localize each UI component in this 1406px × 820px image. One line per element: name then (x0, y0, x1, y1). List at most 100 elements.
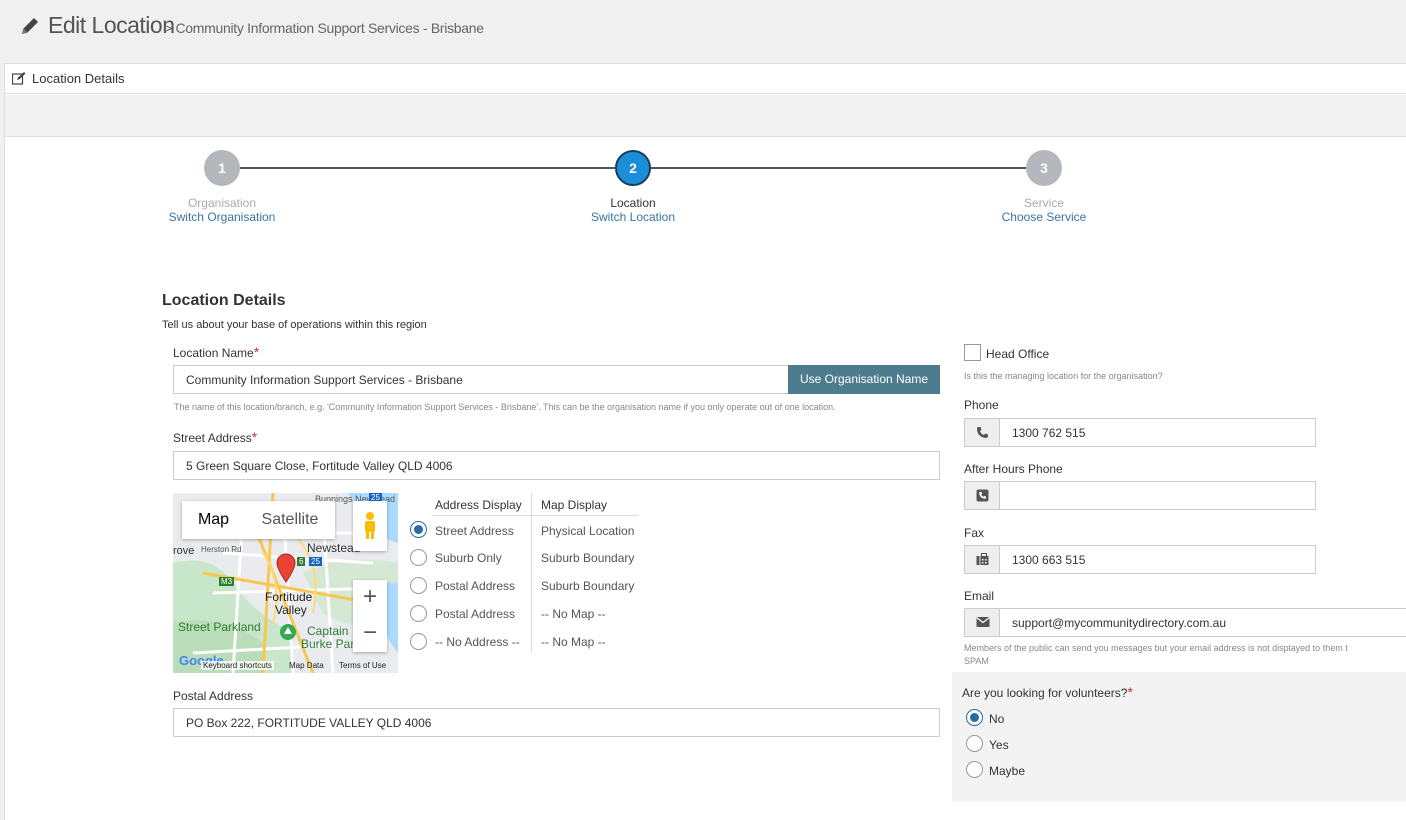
volunteers-yes-radio[interactable] (966, 735, 983, 752)
step-3-name: Service (1023, 196, 1064, 210)
display-option-map-3: Suburb Boundary (541, 579, 635, 593)
panel-title: Location Details (32, 71, 125, 86)
map-label-grove: rove (173, 545, 195, 557)
after-hours-phone-label: After Hours Phone (964, 462, 1063, 476)
step-connector-1 (240, 167, 615, 169)
keyboard-shortcuts-link[interactable]: Keyboard shortcuts (201, 661, 274, 670)
step-2-name: Location (610, 196, 656, 210)
step-3-circle[interactable]: 3 (1026, 150, 1062, 186)
map-label-m3: M3 (219, 577, 235, 586)
choose-service-link[interactable]: Choose Service (944, 210, 1144, 224)
postal-address-label: Postal Address (173, 689, 254, 703)
location-name-input[interactable]: Community Information Support Services -… (173, 365, 789, 394)
display-option-map-2: Suburb Boundary (541, 551, 635, 565)
volunteers-maybe-label: Maybe (989, 764, 1026, 778)
step-connector-2 (651, 167, 1026, 169)
phone-icon (977, 427, 988, 438)
step-1-circle[interactable]: 1 (204, 150, 240, 186)
terms-of-use-link[interactable]: Terms of Use (339, 661, 386, 670)
map-tab[interactable]: Map (182, 501, 245, 539)
head-office-help: Is this the managing location for the or… (964, 371, 1163, 381)
display-column-divider (531, 493, 532, 653)
section-description: Tell us about your base of operations wi… (162, 319, 427, 331)
volunteers-no-label: No (989, 712, 1005, 726)
display-option-map-4: -- No Map -- (541, 607, 606, 621)
zoom-out-button[interactable]: − (353, 616, 387, 652)
step-1-name: Organisation (187, 196, 257, 210)
head-office-label: Head Office (986, 347, 1050, 361)
volunteers-no-radio[interactable] (966, 709, 983, 726)
satellite-tab[interactable]: Satellite (245, 501, 335, 539)
display-option-radio-4[interactable] (410, 605, 427, 622)
zoom-in-button[interactable]: + (353, 580, 387, 616)
email-label: Email (964, 589, 995, 603)
volunteers-box: Are you looking for volunteers?* No Yes … (952, 672, 1406, 802)
display-option-address-4: Postal Address (435, 607, 516, 621)
volunteers-maybe-radio[interactable] (966, 761, 983, 778)
phone-square-icon (976, 489, 989, 502)
zoom-controls: + − (353, 580, 387, 652)
after-hours-phone-input[interactable] (999, 481, 1316, 510)
map-footer: Keyboard shortcuts Map Data Terms of Use (173, 661, 398, 673)
phone-label: Phone (964, 398, 999, 412)
after-hours-phone-addon (964, 481, 1000, 510)
breadcrumb: > Community Information Support Services… (164, 20, 484, 36)
park-icon (280, 624, 296, 640)
map-label-route-6: 6 (297, 557, 306, 566)
map-type-toggle: Map Satellite (182, 501, 335, 539)
pegman-icon (365, 512, 375, 539)
required-marker: * (251, 429, 258, 445)
display-option-radio-3[interactable] (410, 577, 427, 594)
required-marker: * (1127, 684, 1133, 700)
display-option-radio-5[interactable] (410, 633, 427, 650)
map-data-link[interactable]: Map Data (289, 661, 324, 670)
display-option-address-5: -- No Address -- (435, 635, 520, 649)
fax-icon (976, 553, 989, 565)
envelope-icon (976, 617, 990, 627)
map-display-header: Map Display (541, 498, 608, 512)
head-office-checkbox[interactable] (964, 344, 981, 361)
display-option-radio-2[interactable] (410, 549, 427, 566)
street-view-button[interactable] (353, 501, 387, 551)
postal-address-input[interactable]: PO Box 222, FORTITUDE VALLEY QLD 4006 (173, 708, 940, 737)
street-address-input[interactable]: 5 Green Square Close, Fortitude Valley Q… (173, 451, 940, 480)
step-2-circle[interactable]: 2 (615, 150, 651, 186)
map-marker-icon[interactable] (276, 553, 296, 583)
pencil-icon (22, 18, 38, 34)
display-header-divider (432, 515, 638, 516)
volunteers-label: Are you looking for volunteers?* (962, 684, 1133, 700)
email-input[interactable]: support@mycommunitydirectory.com.au (999, 608, 1406, 637)
address-display-header: Address Display (435, 498, 522, 512)
fax-label: Fax (964, 526, 985, 540)
fax-addon (964, 545, 1000, 574)
display-option-map-1: Physical Location (541, 524, 635, 538)
email-help-line-2: SPAM (964, 656, 989, 666)
volunteers-yes-label: Yes (989, 738, 1009, 752)
section-title: Location Details (162, 292, 286, 309)
email-help-line-1: Members of the public can send you messa… (964, 643, 1348, 653)
panel-header: Location Details (5, 64, 1406, 94)
map-label-fortitude: Fortitude (265, 590, 313, 604)
display-option-address-2: Suburb Only (435, 551, 502, 565)
map-label-herston: Herston Rd (201, 545, 242, 554)
display-option-radio-1[interactable] (410, 521, 427, 538)
map-label-route-25b: 25 (309, 557, 322, 566)
street-address-label: Street Address* (173, 429, 258, 445)
phone-input[interactable]: 1300 762 515 (999, 418, 1316, 447)
fax-input[interactable]: 1300 663 515 (999, 545, 1316, 574)
map-label-street-parkland: Street Parkland (178, 620, 261, 634)
page-title: Edit Location (48, 12, 175, 38)
map-label-burke: Burke Par (301, 637, 355, 651)
switch-location-link[interactable]: Switch Location (533, 210, 733, 224)
location-name-label: Location Name* (173, 344, 260, 360)
switch-organisation-link[interactable]: Switch Organisation (122, 210, 322, 224)
email-addon (964, 608, 1000, 637)
phone-addon (964, 418, 1000, 447)
edit-icon (12, 72, 26, 85)
use-organisation-name-button[interactable]: Use Organisation Name (788, 365, 940, 394)
location-name-help: The name of this location/branch, e.g. '… (174, 402, 836, 412)
display-option-address-3: Postal Address (435, 579, 516, 593)
map-label-captain: Captain (307, 624, 349, 638)
required-marker: * (253, 344, 260, 360)
display-option-address-1: Street Address (435, 524, 514, 538)
